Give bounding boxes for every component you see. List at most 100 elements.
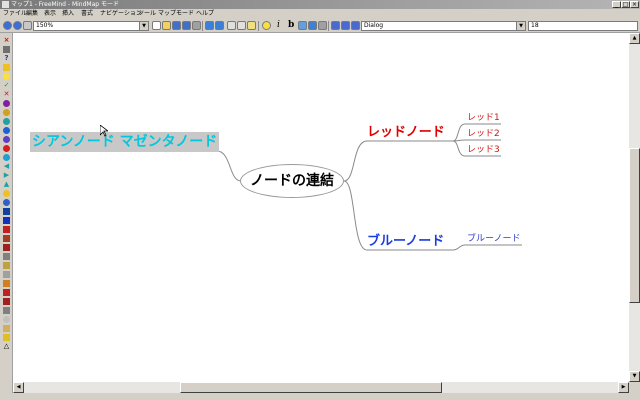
- triangle-icon[interactable]: △: [3, 343, 10, 350]
- toolbar-separator: [258, 21, 259, 31]
- edge-blue-child: [452, 244, 466, 251]
- vertical-scrollbar[interactable]: ▲ ▼: [629, 33, 640, 382]
- open-icon[interactable]: [162, 21, 171, 30]
- font-size-select[interactable]: 18: [528, 21, 638, 31]
- fit-icon[interactable]: [351, 21, 360, 30]
- node-blue-child[interactable]: ブルーノード: [467, 234, 520, 245]
- book-icon[interactable]: [3, 217, 10, 224]
- horizontal-scroll-thumb[interactable]: [180, 382, 442, 393]
- scroll-left-button[interactable]: ◀: [13, 382, 24, 393]
- node-red[interactable]: レッドノード: [367, 125, 445, 141]
- menu-view[interactable]: 表示: [44, 10, 56, 18]
- maximize-button[interactable]: □: [621, 1, 630, 8]
- print-icon[interactable]: [192, 21, 201, 30]
- redo-icon[interactable]: [215, 21, 224, 30]
- chevron-down-icon: ▼: [516, 22, 525, 30]
- back-arrow-icon[interactable]: ◀: [3, 163, 10, 170]
- cloud-icon[interactable]: [308, 21, 317, 30]
- knife-icon[interactable]: [3, 289, 10, 296]
- cancel-icon[interactable]: ✕: [3, 91, 10, 98]
- save-as-icon[interactable]: [182, 21, 191, 30]
- icon-toolbar: × ? ✓ ✕ ◀ ▶ ▲ △: [0, 33, 13, 393]
- phone-icon[interactable]: [3, 244, 10, 251]
- node-cyan-magenta[interactable]: シアンノード マゼンタノード: [30, 132, 220, 152]
- scroll-right-button[interactable]: ▶: [618, 382, 629, 393]
- toolbar: 150% ▼ i b Dialog ▼ 18: [0, 19, 640, 33]
- scroll-down-button[interactable]: ▼: [629, 371, 640, 382]
- new-map-icon[interactable]: [152, 21, 161, 30]
- scroll-up-button[interactable]: ▲: [629, 33, 640, 44]
- close-button[interactable]: ×: [630, 1, 639, 8]
- node-red-1[interactable]: レッド1: [467, 113, 500, 124]
- bomb-icon[interactable]: [3, 298, 10, 305]
- font-family-select[interactable]: Dialog ▼: [361, 21, 526, 31]
- priority-7-icon[interactable]: [3, 154, 10, 161]
- menu-edit[interactable]: 編集: [26, 10, 38, 18]
- back-icon[interactable]: [3, 21, 12, 30]
- warning-icon[interactable]: [3, 64, 10, 71]
- priority-3-icon[interactable]: [3, 118, 10, 125]
- trash-icon[interactable]: [3, 46, 10, 53]
- edge-icon[interactable]: [318, 21, 327, 30]
- edge-red-1: [452, 123, 466, 142]
- node-color-icon[interactable]: [298, 21, 307, 30]
- menu-file[interactable]: ファイル: [3, 10, 27, 18]
- horizontal-scrollbar[interactable]: ◀ ▶: [13, 382, 629, 393]
- menu-map[interactable]: マップ: [158, 10, 176, 18]
- clip-icon[interactable]: [3, 307, 10, 314]
- mindmap-canvas[interactable]: シアンノード マゼンタノード ノードの連結 レッドノード レッド1 レッド2 レ…: [13, 33, 629, 382]
- paste-icon[interactable]: [247, 21, 256, 30]
- priority-5-icon[interactable]: [3, 136, 10, 143]
- minimize-button[interactable]: _: [612, 1, 621, 8]
- up-arrow-icon[interactable]: ▲: [3, 181, 10, 188]
- star-icon[interactable]: [3, 334, 10, 341]
- italic-button[interactable]: i: [277, 20, 280, 30]
- node-blue[interactable]: ブルーノード: [367, 234, 444, 250]
- zoom-in-icon[interactable]: [341, 21, 350, 30]
- priority-4-icon[interactable]: [3, 127, 10, 134]
- priority-1-icon[interactable]: [3, 100, 10, 107]
- menu-navigation[interactable]: ナビゲーション: [100, 10, 142, 18]
- edge-root-cyan: [216, 150, 242, 182]
- key-icon[interactable]: [3, 226, 10, 233]
- cut-icon[interactable]: [227, 21, 236, 30]
- forward-arrow-icon[interactable]: ▶: [3, 172, 10, 179]
- idea-icon[interactable]: [3, 73, 10, 80]
- remove-icon[interactable]: ×: [3, 37, 10, 44]
- menu-mode[interactable]: モード: [176, 10, 194, 18]
- pin-icon[interactable]: [3, 253, 10, 260]
- check-icon[interactable]: ✓: [3, 82, 10, 89]
- node-red-2[interactable]: レッド2: [467, 129, 500, 140]
- undo-icon[interactable]: [205, 21, 214, 30]
- zoom-value: 150%: [36, 22, 54, 29]
- priority-2-icon[interactable]: [3, 109, 10, 116]
- mail-icon[interactable]: [3, 271, 10, 278]
- copy-icon[interactable]: [237, 21, 246, 30]
- globe-icon[interactable]: [3, 199, 10, 206]
- zoom-out-icon[interactable]: [331, 21, 340, 30]
- zoom-select[interactable]: 150% ▼: [33, 21, 149, 31]
- edge-red-3: [452, 140, 466, 157]
- smiley-icon[interactable]: [3, 190, 10, 197]
- lightbulb-icon[interactable]: [262, 21, 271, 30]
- save-icon[interactable]: [172, 21, 181, 30]
- priority-6-icon[interactable]: [3, 145, 10, 152]
- bell-icon[interactable]: [3, 262, 10, 269]
- magnifier-icon[interactable]: [3, 316, 10, 323]
- menu-help[interactable]: ヘルプ: [196, 10, 214, 18]
- home-icon[interactable]: [3, 235, 10, 242]
- menu-format[interactable]: 書式: [81, 10, 93, 18]
- font-family-value: Dialog: [364, 22, 384, 29]
- pencil-icon[interactable]: [3, 280, 10, 287]
- node-root[interactable]: ノードの連結: [240, 164, 344, 198]
- bag-icon[interactable]: [3, 325, 10, 332]
- menu-tools[interactable]: ツール: [138, 10, 156, 18]
- zoom-icon[interactable]: [23, 21, 32, 30]
- vertical-scroll-thumb[interactable]: [629, 148, 640, 303]
- menu-insert[interactable]: 挿入: [62, 10, 74, 18]
- bold-button[interactable]: b: [288, 20, 294, 30]
- question-icon[interactable]: ?: [3, 55, 10, 62]
- node-red-3[interactable]: レッド3: [467, 145, 500, 156]
- forward-icon[interactable]: [13, 21, 22, 30]
- flag-icon[interactable]: [3, 208, 10, 215]
